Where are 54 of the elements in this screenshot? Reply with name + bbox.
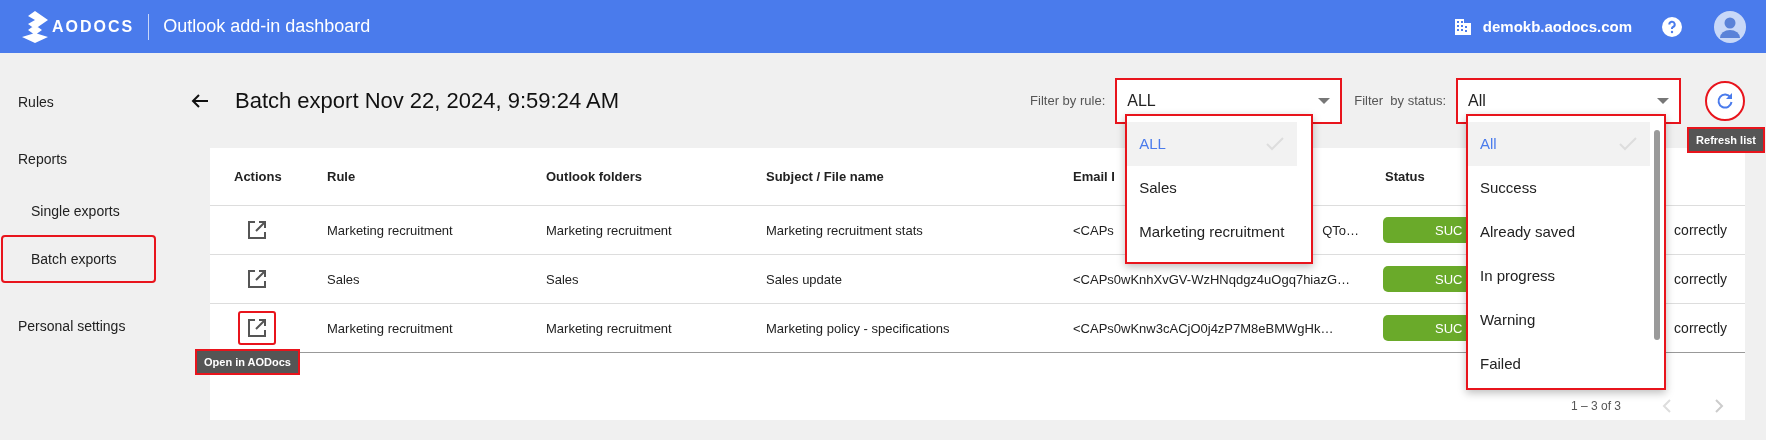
dropdown-option[interactable]: Sales [1127,165,1298,210]
sidebar-item[interactable]: Personal settings [0,297,185,354]
sidebar-item[interactable]: Rules [0,73,185,130]
caret-icon [1657,97,1669,104]
dropdown-option[interactable]: Success [1468,165,1650,210]
sidebar-item[interactable]: Batch exports [1,235,156,283]
dropdown-option[interactable]: Warning [1468,297,1650,342]
email-text: QTo… [1322,222,1359,238]
dropdown-option[interactable]: Already saved [1468,209,1650,254]
table-cell: Marketing recruitment [522,206,742,255]
email-text: <CAPs [1073,222,1114,238]
app-title: Outlook add-in dashboard [163,16,371,37]
help-icon[interactable] [1662,16,1682,37]
column-header: Rule [303,148,522,206]
column-header: Outlook folders [522,148,742,206]
table-cell: Sales [522,255,742,304]
avatar-icon[interactable] [1714,10,1746,43]
sidebar-item[interactable]: Single exports [1,187,156,235]
building-icon [1452,16,1473,37]
pagination-text: 1 – 3 of 3 [1570,399,1621,413]
result-text: correctly [1674,320,1727,336]
domain-name: demokb.aodocs.com [1482,18,1632,35]
dropdown-option[interactable]: Marketing recruitment [1127,209,1298,254]
sidebar-item[interactable]: Reports [0,130,185,187]
dropdown-option[interactable]: All [1468,121,1650,166]
table-cell: Marketing policy - specifications [742,304,1049,353]
column-header: Subject / File name [742,148,1049,206]
email-text: <CAPs0wKnhXvGV-WzHNqdgz4uOgq7hiazG… [1073,271,1351,287]
table-cell: Sales update [742,255,1049,304]
column-header: Actions [210,148,303,206]
open-button[interactable] [237,311,276,345]
logo-icon [22,10,48,43]
table-cell: Sales [303,255,522,304]
table-cell: Marketing recruitment [303,206,522,255]
dropdown-option[interactable]: In progress [1468,253,1650,298]
external-link-icon [246,220,267,240]
table-cell: Marketing recruitment stats [742,206,1049,255]
result-text: correctly [1674,222,1727,238]
tooltip: Refresh list [1687,126,1765,153]
page-title: Batch export Nov 22, 2024, 9:59:24 AM [235,87,620,114]
scrollbar[interactable] [1654,129,1660,340]
filter-label: Filter by status: [1354,93,1446,108]
filter-label: Filter by rule: [1030,93,1106,108]
external-link-icon [246,318,267,338]
result-text: correctly [1674,271,1727,287]
table-cell: Marketing recruitment [303,304,522,353]
caret-icon [1318,97,1331,104]
email-text: <CAPs0wKnw3cACjO0j4zP7M8eBMWgHk… [1073,320,1334,336]
logo-text: AODOCS [52,17,135,36]
dropdown-option[interactable]: Failed [1468,341,1650,386]
external-link-icon [246,269,267,289]
tooltip: Open in AODocs [195,349,300,375]
table-cell: Marketing recruitment [522,304,742,353]
dropdown-option[interactable]: ALL [1127,121,1298,166]
